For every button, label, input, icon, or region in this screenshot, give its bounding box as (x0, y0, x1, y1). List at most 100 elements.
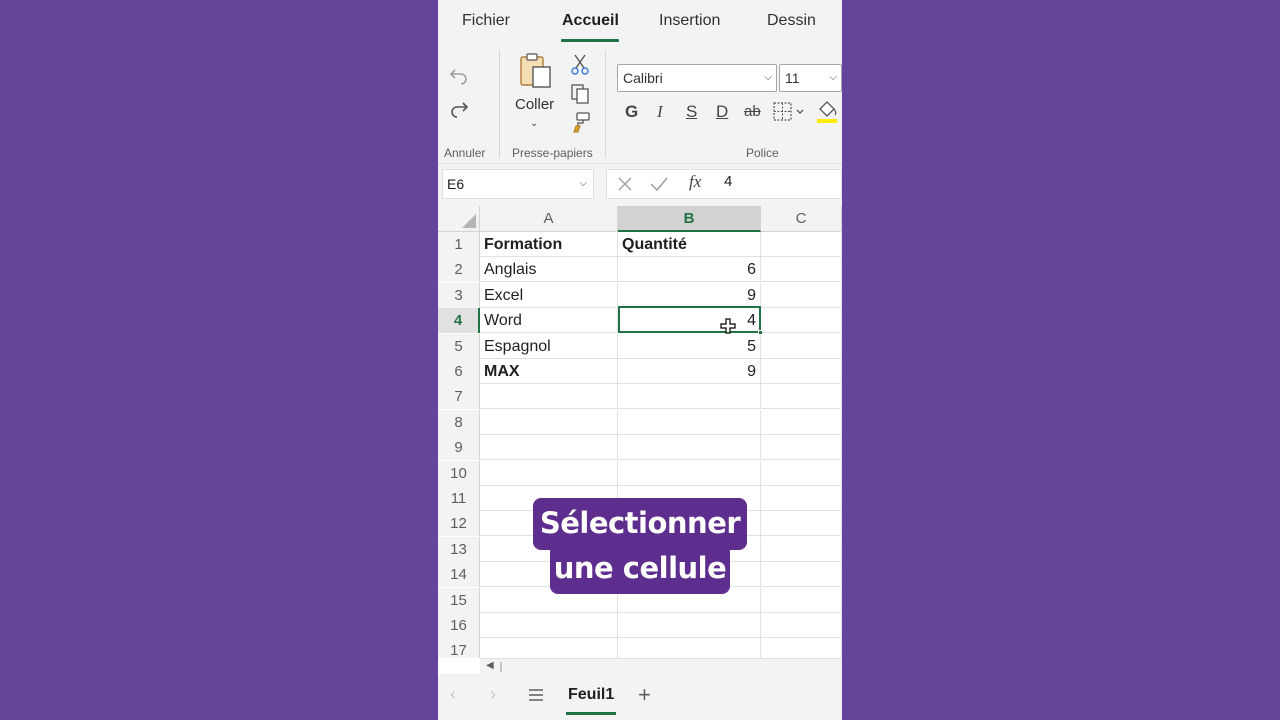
cell-c16[interactable] (761, 613, 842, 638)
cell-c8[interactable] (761, 410, 842, 435)
cell-a6[interactable]: MAX (480, 359, 618, 384)
cell-a4[interactable]: Word (480, 308, 618, 333)
cell-a16[interactable] (480, 613, 618, 638)
strikethrough-button[interactable]: ab (744, 103, 761, 120)
cell-a1[interactable]: Formation (480, 232, 618, 257)
row-header[interactable]: 12 (438, 511, 480, 536)
underline-button[interactable]: S (686, 102, 697, 122)
row-header[interactable]: 14 (438, 562, 480, 587)
double-underline-button[interactable]: D (716, 102, 728, 122)
cell-a14[interactable] (480, 562, 618, 587)
cell-b6[interactable]: 9 (618, 359, 761, 384)
cell-a2[interactable]: Anglais (480, 257, 618, 282)
cell-c4[interactable] (761, 308, 842, 333)
cell-b2[interactable]: 6 (618, 257, 761, 282)
cell-b17[interactable] (618, 638, 761, 658)
paste-button[interactable]: Coller (515, 96, 554, 113)
cancel-icon[interactable] (614, 173, 636, 195)
cell-a15[interactable] (480, 588, 618, 613)
cell-c6[interactable] (761, 359, 842, 384)
cell-c10[interactable] (761, 461, 842, 486)
cut-icon[interactable] (568, 52, 592, 76)
cell-c1[interactable] (761, 232, 842, 257)
cell-c9[interactable] (761, 435, 842, 460)
spreadsheet-grid[interactable]: A B C 1 Formation Quantité 2 Anglais 6 3 Excel 9… (438, 206, 842, 658)
cell-c14[interactable] (761, 562, 842, 587)
undo-icon[interactable] (446, 62, 472, 88)
row-header[interactable]: 9 (438, 435, 480, 460)
sheet-list-icon[interactable] (526, 684, 546, 706)
copy-icon[interactable] (568, 82, 592, 106)
prev-sheet-icon[interactable]: ‹ (450, 684, 456, 705)
row-header[interactable]: 5 (438, 334, 480, 359)
row-header[interactable]: 7 (438, 384, 480, 409)
cell-a3[interactable]: Excel (480, 283, 618, 308)
bold-button[interactable]: G (625, 102, 638, 122)
tab-insertion[interactable]: Insertion (659, 12, 720, 30)
scroll-thumb[interactable] (500, 662, 502, 672)
tab-fichier[interactable]: Fichier (462, 12, 510, 30)
fill-color-icon[interactable] (815, 98, 839, 126)
cell-b11[interactable] (618, 486, 761, 511)
borders-icon[interactable] (772, 100, 806, 124)
cell-b13[interactable] (618, 537, 761, 562)
row-header[interactable]: 1 (438, 232, 480, 257)
cell-a9[interactable] (480, 435, 618, 460)
paste-dropdown-chevron-icon[interactable]: ⌄ (530, 118, 538, 129)
next-sheet-icon[interactable]: › (490, 684, 496, 705)
row-header[interactable]: 6 (438, 359, 480, 384)
cell-a8[interactable] (480, 410, 618, 435)
cell-b7[interactable] (618, 384, 761, 409)
cell-c5[interactable] (761, 334, 842, 359)
cell-a17[interactable] (480, 638, 618, 658)
cell-a12[interactable] (480, 511, 618, 536)
cell-b1[interactable]: Quantité (618, 232, 761, 257)
horizontal-scrollbar[interactable]: ◀ (480, 658, 842, 674)
cell-c2[interactable] (761, 257, 842, 282)
cell-b8[interactable] (618, 410, 761, 435)
cell-a5[interactable]: Espagnol (480, 334, 618, 359)
column-header-b[interactable]: B (618, 206, 761, 232)
row-header[interactable]: 15 (438, 588, 480, 613)
cell-b15[interactable] (618, 588, 761, 613)
enter-check-icon[interactable] (648, 173, 670, 195)
name-box[interactable]: E6 ⌵ (442, 169, 594, 199)
formula-value[interactable]: 4 (724, 173, 732, 190)
cell-a10[interactable] (480, 461, 618, 486)
add-sheet-icon[interactable]: + (638, 682, 651, 708)
column-header-a[interactable]: A (480, 206, 618, 232)
row-header[interactable]: 11 (438, 486, 480, 511)
row-header[interactable]: 16 (438, 613, 480, 638)
cell-b10[interactable] (618, 461, 761, 486)
row-header[interactable]: 2 (438, 257, 480, 282)
format-painter-icon[interactable] (568, 110, 592, 134)
paste-icon[interactable] (518, 50, 554, 92)
row-header[interactable]: 4 (438, 308, 480, 333)
cell-c3[interactable] (761, 283, 842, 308)
cell-a13[interactable] (480, 537, 618, 562)
font-name-dropdown[interactable]: Calibri ⌵ (617, 64, 777, 92)
cell-b9[interactable] (618, 435, 761, 460)
italic-button[interactable]: I (657, 102, 663, 122)
cell-c7[interactable] (761, 384, 842, 409)
tab-accueil[interactable]: Accueil (562, 12, 619, 30)
scroll-left-icon[interactable]: ◀ (486, 660, 494, 671)
cell-b16[interactable] (618, 613, 761, 638)
cell-c12[interactable] (761, 511, 842, 536)
column-header-c[interactable]: C (761, 206, 842, 232)
font-size-dropdown[interactable]: 11 ⌵ (779, 64, 842, 92)
redo-icon[interactable] (446, 98, 472, 124)
cell-b12[interactable] (618, 511, 761, 536)
row-header[interactable]: 13 (438, 537, 480, 562)
cell-a11[interactable] (480, 486, 618, 511)
cell-c17[interactable] (761, 638, 842, 658)
insert-function-button[interactable]: fx (689, 172, 701, 192)
cell-c13[interactable] (761, 537, 842, 562)
cell-b4[interactable]: 4 (618, 308, 761, 333)
row-header[interactable]: 3 (438, 283, 480, 308)
cell-b14[interactable] (618, 562, 761, 587)
cell-c15[interactable] (761, 588, 842, 613)
tab-dessin[interactable]: Dessin (767, 12, 816, 30)
select-all-corner[interactable] (438, 206, 480, 232)
cell-b3[interactable]: 9 (618, 283, 761, 308)
